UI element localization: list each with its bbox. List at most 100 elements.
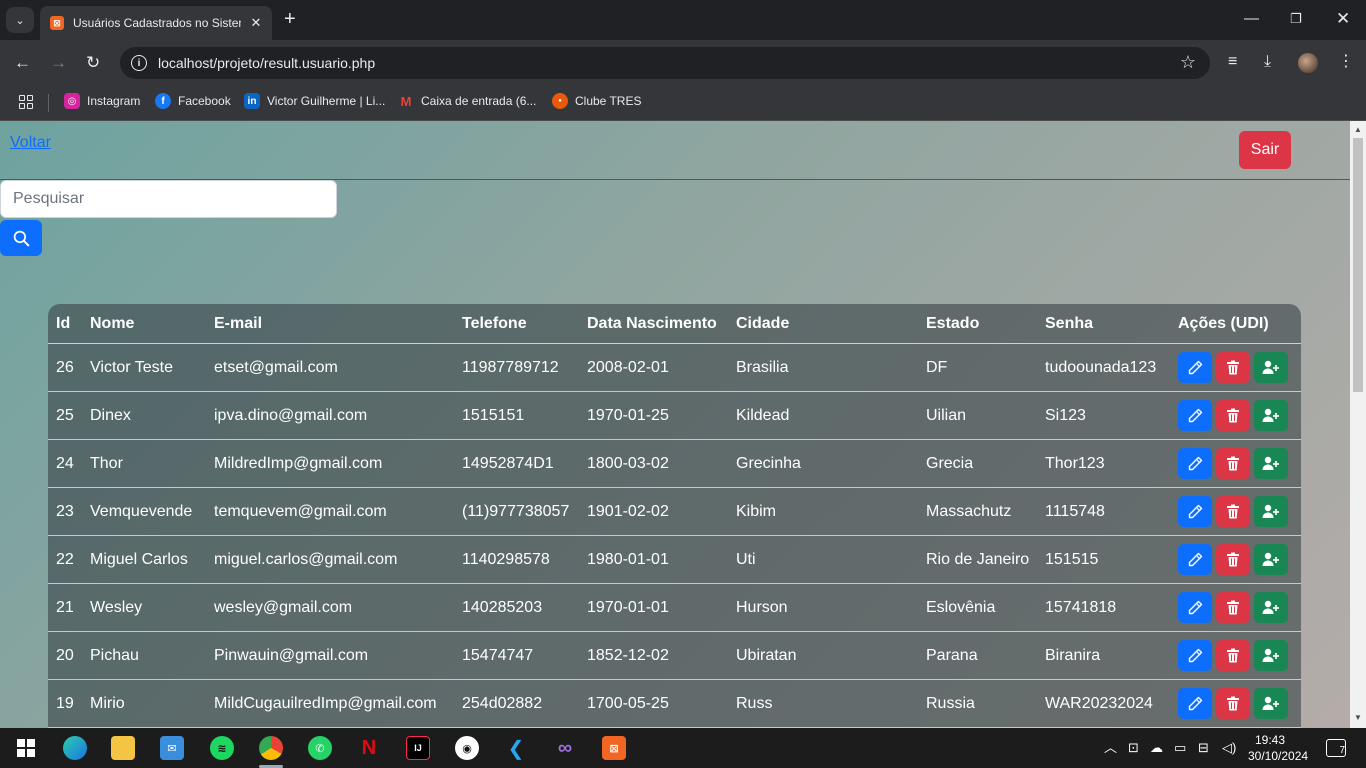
edit-button[interactable] [1178, 400, 1212, 431]
file-explorer-icon[interactable] [111, 736, 135, 760]
clock-time: 19:43 [1254, 733, 1286, 747]
volume-icon[interactable]: ◁) [1222, 740, 1236, 756]
battery-icon[interactable]: ▭ [1174, 740, 1186, 756]
whatsapp-icon[interactable]: ✆ [308, 736, 332, 760]
windows-start-icon[interactable] [14, 736, 38, 760]
add-user-button[interactable] [1254, 496, 1288, 527]
page-content: Voltar Sair Pesquisar Id Nome E-mail Tel… [0, 121, 1350, 728]
visual-studio-icon[interactable]: ∞ [553, 736, 577, 760]
tab-close-icon[interactable]: ✕ [248, 15, 264, 31]
forward-arrow-icon[interactable]: → [50, 53, 67, 73]
page-scrollbar[interactable]: ▲ ▼ [1350, 121, 1366, 728]
add-user-button[interactable] [1254, 352, 1288, 383]
system-clock[interactable]: 19:43 30/10/2024 [1248, 732, 1308, 764]
edit-button[interactable] [1178, 448, 1212, 479]
scroll-thumb[interactable] [1353, 138, 1363, 392]
tray-chevron-icon[interactable]: ︿ [1104, 740, 1117, 756]
xampp-icon[interactable]: ⊠ [602, 736, 626, 760]
search-button[interactable] [0, 220, 42, 256]
row-actions [1170, 592, 1301, 623]
menu-icon[interactable]: ⋮ [1338, 52, 1354, 72]
delete-button[interactable] [1216, 640, 1250, 671]
tray-teams-icon[interactable]: ⊡ [1128, 740, 1139, 756]
delete-button[interactable] [1216, 352, 1250, 383]
intellij-icon[interactable]: IJ [406, 736, 430, 760]
header-cidade: Cidade [736, 314, 790, 332]
edit-button[interactable] [1178, 688, 1212, 719]
reload-icon[interactable]: ↻ [86, 53, 100, 73]
vscode-icon[interactable]: ❮ [504, 736, 528, 760]
table-row: 19 Mirio MildCugauilredImp@gmail.com 254d02… [48, 680, 1301, 728]
bookmark-instagram[interactable]: ◎ Instagram [64, 93, 140, 109]
person-add-icon [1262, 600, 1279, 614]
spotify-icon[interactable]: ≋ [210, 736, 234, 760]
cell-cidade: Kildead [736, 406, 790, 424]
github-icon[interactable]: ◉ [455, 736, 479, 760]
cell-estado: DF [926, 358, 948, 376]
bookmarks-bar: ◎ Instagram f Facebook in Victor Guilher… [0, 86, 1366, 121]
edit-button[interactable] [1178, 352, 1212, 383]
minimize-icon[interactable]: — [1244, 10, 1259, 28]
edge-icon[interactable] [63, 736, 87, 760]
bookmark-facebook[interactable]: f Facebook [155, 93, 231, 109]
cell-senha: tudoounada123 [1045, 358, 1157, 376]
url-text: localhost/projeto/result.usuario.php [158, 55, 376, 71]
profile-avatar[interactable] [1298, 53, 1318, 73]
table-row: 20 Pichau Pinwauin@gmail.com 15474747 1852-1… [48, 632, 1301, 680]
apps-grid-icon[interactable] [19, 95, 33, 109]
row-actions [1170, 640, 1301, 671]
notifications-icon[interactable]: 7 [1326, 739, 1346, 757]
cell-email: Pinwauin@gmail.com [214, 646, 369, 664]
edit-button[interactable] [1178, 592, 1212, 623]
delete-button[interactable] [1216, 400, 1250, 431]
add-user-button[interactable] [1254, 688, 1288, 719]
cell-telefone: 15474747 [462, 646, 534, 664]
back-arrow-icon[interactable]: ← [14, 53, 31, 73]
person-add-icon [1262, 408, 1279, 422]
close-window-icon[interactable]: ✕ [1336, 10, 1350, 28]
trash-icon [1227, 504, 1239, 519]
cell-cidade: Russ [736, 694, 773, 712]
row-actions [1170, 496, 1301, 527]
chrome-icon[interactable] [259, 736, 283, 760]
cell-senha: 151515 [1045, 550, 1099, 568]
mail-icon[interactable]: ✉ [160, 736, 184, 760]
add-user-button[interactable] [1254, 400, 1288, 431]
scroll-down-icon[interactable]: ▼ [1354, 713, 1362, 722]
tab-search-button[interactable]: ⌄ [6, 7, 34, 33]
add-user-button[interactable] [1254, 640, 1288, 671]
address-bar[interactable]: i localhost/projeto/result.usuario.php ☆ [120, 47, 1210, 79]
browser-toolbar: ← → ↻ i localhost/projeto/result.usuario… [0, 40, 1366, 86]
delete-button[interactable] [1216, 448, 1250, 479]
cell-cidade: Ubiratan [736, 646, 797, 664]
new-tab-icon[interactable]: + [284, 9, 296, 29]
download-icon[interactable]: ⤓ [1264, 52, 1271, 72]
search-input[interactable]: Pesquisar [0, 180, 337, 218]
bookmark-gmail[interactable]: M Caixa de entrada (6... [398, 93, 537, 109]
bookmark-clube-tres[interactable]: ● Clube TRES [552, 93, 641, 109]
add-user-button[interactable] [1254, 592, 1288, 623]
delete-button[interactable] [1216, 496, 1250, 527]
cell-cidade: Kibim [736, 502, 777, 520]
edit-button[interactable] [1178, 496, 1212, 527]
logout-button[interactable]: Sair [1239, 131, 1291, 169]
scroll-up-icon[interactable]: ▲ [1354, 125, 1362, 134]
restore-icon[interactable]: ❐ [1290, 10, 1302, 28]
tab-active[interactable]: ⊠ Usuários Cadastrados no Sistema ✕ [40, 6, 272, 40]
delete-button[interactable] [1216, 688, 1250, 719]
add-user-button[interactable] [1254, 448, 1288, 479]
edit-button[interactable] [1178, 640, 1212, 671]
media-controls-icon[interactable]: ≡ [1228, 52, 1237, 72]
bookmark-linkedin[interactable]: in Victor Guilherme | Li... [244, 93, 385, 109]
bookmark-star-icon[interactable]: ☆ [1180, 52, 1196, 73]
add-user-button[interactable] [1254, 544, 1288, 575]
edit-button[interactable] [1178, 544, 1212, 575]
delete-button[interactable] [1216, 544, 1250, 575]
network-icon[interactable]: ⊟ [1198, 740, 1209, 756]
netflix-icon[interactable]: N [357, 736, 381, 760]
site-info-icon[interactable]: i [131, 55, 147, 71]
back-link[interactable]: Voltar [10, 134, 51, 152]
delete-button[interactable] [1216, 592, 1250, 623]
onedrive-icon[interactable]: ☁ [1150, 740, 1163, 756]
cell-email: MildredImp@gmail.com [214, 454, 383, 472]
